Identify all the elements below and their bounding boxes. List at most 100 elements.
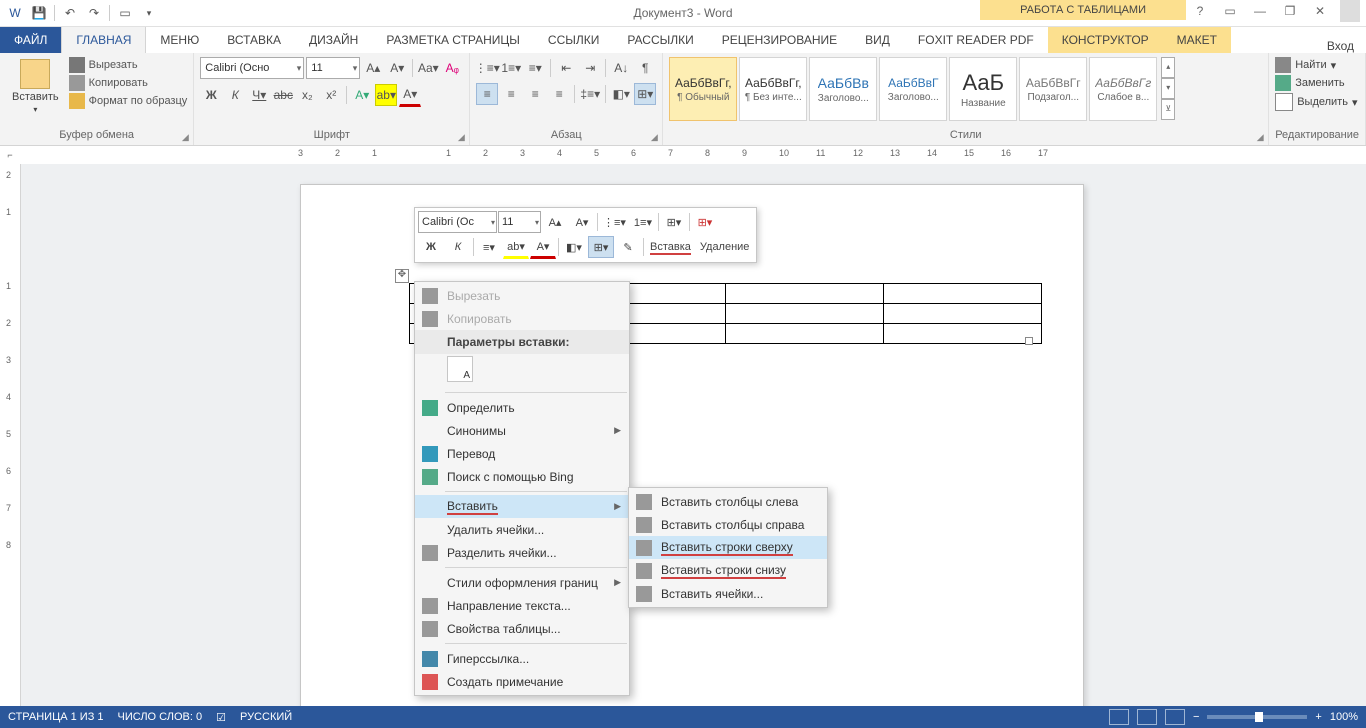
align-center-button[interactable]: ≡ xyxy=(500,83,522,105)
mini-delete-label[interactable]: Удаление xyxy=(696,241,754,253)
style-normal[interactable]: АаБбВвГг,¶ Обычный xyxy=(669,57,737,121)
minimize-icon[interactable]: — xyxy=(1250,4,1270,18)
mini-highlight-icon[interactable]: ab▾ xyxy=(503,235,529,259)
ctx-text-direction[interactable]: Направление текста... xyxy=(415,594,629,617)
mini-size-combo[interactable]: 11 xyxy=(498,211,541,233)
mini-shrink-font-icon[interactable]: A▾ xyxy=(569,211,595,233)
tab-file[interactable]: ФАЙЛ xyxy=(0,27,61,53)
web-layout-view-icon[interactable] xyxy=(1165,709,1185,725)
table-move-handle-icon[interactable]: ✥ xyxy=(395,269,409,283)
sub-rows-above[interactable]: Вставить строки сверху xyxy=(629,536,827,559)
tab-references[interactable]: ССЫЛКИ xyxy=(534,27,613,53)
sub-cells[interactable]: Вставить ячейки... xyxy=(629,582,827,605)
mini-insert-table-icon[interactable]: ⊞▾ xyxy=(661,211,687,233)
mini-bullets-icon[interactable]: ⋮≡▾ xyxy=(600,211,629,233)
strike-button[interactable]: abc xyxy=(272,84,294,106)
help-icon[interactable]: ? xyxy=(1190,4,1210,18)
ctx-table-props[interactable]: Свойства таблицы... xyxy=(415,617,629,640)
ctx-insert[interactable]: Вставить▶ xyxy=(415,495,629,518)
ctx-cut[interactable]: Вырезать xyxy=(415,284,629,307)
tab-page-layout[interactable]: РАЗМЕТКА СТРАНИЦЫ xyxy=(372,27,534,53)
mini-italic-button[interactable]: К xyxy=(445,236,471,258)
vertical-ruler[interactable]: 2 1 1 2 3 4 5 6 7 8 xyxy=(0,164,21,706)
font-name-combo[interactable]: Calibri (Осно xyxy=(200,57,304,79)
ctx-translate[interactable]: Перевод xyxy=(415,442,629,465)
sign-in-link[interactable]: Вход xyxy=(1327,39,1366,53)
mini-insert-label[interactable]: Вставка xyxy=(646,241,695,253)
show-marks-icon[interactable]: ¶ xyxy=(634,57,656,79)
sub-cols-left[interactable]: Вставить столбцы слева xyxy=(629,490,827,513)
text-effects-icon[interactable]: A▾ xyxy=(351,84,373,106)
underline-button[interactable]: Ч▾ xyxy=(248,84,270,106)
mini-shading-icon[interactable]: ◧▾ xyxy=(561,236,587,258)
paragraph-launcher-icon[interactable]: ◢ xyxy=(648,131,660,143)
cut-button[interactable]: Вырезать xyxy=(69,57,188,73)
multilevel-icon[interactable]: ≡▾ xyxy=(524,57,546,79)
qat-customize-icon[interactable]: ▾ xyxy=(138,2,160,24)
font-size-combo[interactable]: 11 xyxy=(306,57,360,79)
borders-icon[interactable]: ⊞▾ xyxy=(634,83,656,105)
copy-button[interactable]: Копировать xyxy=(69,75,188,91)
tab-design[interactable]: ДИЗАЙН xyxy=(295,27,372,53)
ctx-bing[interactable]: Поиск с помощью Bing xyxy=(415,465,629,488)
ctx-border-styles[interactable]: Стили оформления границ▶ xyxy=(415,571,629,594)
replace-button[interactable]: Заменить xyxy=(1275,75,1357,91)
superscript-button[interactable]: x² xyxy=(320,84,342,106)
change-case-icon[interactable]: Aa▾ xyxy=(417,57,439,79)
style-subtitle[interactable]: АаБбВвГгПодзагол... xyxy=(1019,57,1087,121)
sub-cols-right[interactable]: Вставить столбцы справа xyxy=(629,513,827,536)
shrink-font-icon[interactable]: A▾ xyxy=(386,57,408,79)
mini-borders-icon[interactable]: ⊞▾ xyxy=(588,236,614,258)
paste-keep-text-icon[interactable] xyxy=(447,356,473,382)
highlight-icon[interactable]: ab▾ xyxy=(375,84,397,106)
mini-format-painter-icon[interactable]: ✎ xyxy=(615,236,641,258)
select-button[interactable]: Выделить ▾ xyxy=(1275,93,1357,111)
close-icon[interactable]: ✕ xyxy=(1310,4,1330,18)
tab-home[interactable]: ГЛАВНАЯ xyxy=(61,26,146,53)
ctx-copy[interactable]: Копировать xyxy=(415,307,629,330)
ribbon-options-icon[interactable]: ▭ xyxy=(1220,4,1240,18)
increase-indent-icon[interactable]: ⇥ xyxy=(579,57,601,79)
read-mode-view-icon[interactable] xyxy=(1137,709,1157,725)
new-doc-icon[interactable]: ▭ xyxy=(114,2,136,24)
ctx-comment[interactable]: Создать примечание xyxy=(415,670,629,693)
italic-button[interactable]: К xyxy=(224,84,246,106)
mini-grow-font-icon[interactable]: A▴ xyxy=(542,211,568,233)
ctx-synonyms[interactable]: Синонимы▶ xyxy=(415,419,629,442)
zoom-out-button[interactable]: − xyxy=(1193,711,1199,723)
ctx-hyperlink[interactable]: Гиперссылка... xyxy=(415,647,629,670)
sort-icon[interactable]: A↓ xyxy=(610,57,632,79)
font-launcher-icon[interactable]: ◢ xyxy=(455,131,467,143)
styles-gallery[interactable]: АаБбВвГг,¶ Обычный АаБбВвГг,¶ Без инте..… xyxy=(669,57,1157,121)
tab-insert[interactable]: ВСТАВКА xyxy=(213,27,295,53)
style-subtle[interactable]: АаБбВвГгСлабое в... xyxy=(1089,57,1157,121)
print-layout-view-icon[interactable] xyxy=(1109,709,1129,725)
clipboard-launcher-icon[interactable]: ◢ xyxy=(179,131,191,143)
ctx-delete-cells[interactable]: Удалить ячейки... xyxy=(415,518,629,541)
redo-icon[interactable]: ↷ xyxy=(83,2,105,24)
line-spacing-icon[interactable]: ‡≡▾ xyxy=(579,83,601,105)
style-no-spacing[interactable]: АаБбВвГг,¶ Без инте... xyxy=(739,57,807,121)
tab-menu[interactable]: Меню xyxy=(146,27,213,53)
styles-scroll[interactable]: ▴▾⊻ xyxy=(1161,57,1175,120)
table-resize-handle-icon[interactable] xyxy=(1025,337,1033,345)
numbering-icon[interactable]: 1≡▾ xyxy=(500,57,522,79)
horizontal-ruler[interactable]: 3 2 1 1 2 3 4 5 6 7 8 9 10 11 12 13 14 1… xyxy=(20,146,1366,165)
align-right-button[interactable]: ≡ xyxy=(524,83,546,105)
tab-view[interactable]: ВИД xyxy=(851,27,904,53)
ctx-define[interactable]: Определить xyxy=(415,396,629,419)
mini-numbering-icon[interactable]: 1≡▾ xyxy=(630,211,656,233)
format-painter-button[interactable]: Формат по образцу xyxy=(69,93,188,109)
font-color-icon[interactable]: A▾ xyxy=(399,83,421,107)
zoom-slider[interactable] xyxy=(1207,715,1307,719)
status-proofing-icon[interactable]: ☑ xyxy=(216,711,226,724)
status-language[interactable]: РУССКИЙ xyxy=(240,711,292,723)
styles-launcher-icon[interactable]: ◢ xyxy=(1254,131,1266,143)
style-heading2[interactable]: АаБбВвГЗаголово... xyxy=(879,57,947,121)
paste-button[interactable]: Вставить ▾ xyxy=(6,57,65,116)
decrease-indent-icon[interactable]: ⇤ xyxy=(555,57,577,79)
tab-foxit[interactable]: Foxit Reader PDF xyxy=(904,27,1048,53)
zoom-in-button[interactable]: + xyxy=(1315,711,1321,723)
restore-icon[interactable]: ❐ xyxy=(1280,4,1300,18)
tab-layout[interactable]: МАКЕТ xyxy=(1163,27,1231,53)
